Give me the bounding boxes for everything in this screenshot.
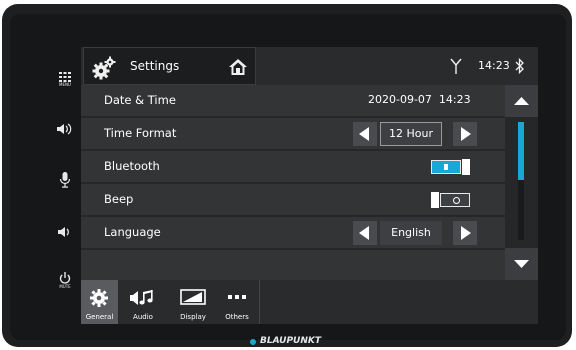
row-label: Date & Time [104, 93, 176, 107]
language-next-button[interactable] [453, 221, 477, 245]
gear-icon [90, 289, 108, 307]
voice-call-button[interactable] [52, 123, 78, 139]
row-label: Language [104, 225, 161, 239]
scroll-up-button[interactable] [505, 85, 538, 117]
tab-bar: General Audio Display Others [81, 280, 538, 324]
scrollbar[interactable] [505, 85, 538, 280]
tab-display[interactable]: Display [174, 280, 212, 324]
volume-button[interactable] [52, 226, 78, 240]
list-item-empty [81, 250, 505, 280]
display-icon [180, 289, 206, 305]
brand-dot [250, 339, 256, 345]
tab-label: Others [225, 313, 249, 321]
list-item-language[interactable]: Language English [81, 217, 505, 249]
toggle-indicator [444, 164, 448, 170]
menu-grid-icon [59, 72, 71, 82]
bluetooth-toggle[interactable] [431, 159, 471, 175]
header-bar: Settings 14:23 [81, 47, 538, 85]
arrow-down-icon [514, 260, 529, 268]
header-left: Settings [83, 47, 256, 85]
menu-button[interactable]: MENU [52, 72, 78, 94]
bluetooth-icon [515, 57, 524, 75]
arrow-right-icon [461, 226, 471, 240]
menu-label: MENU [59, 82, 71, 87]
arrow-up-icon [514, 97, 529, 105]
toggle-knob [431, 192, 439, 208]
clock: 14:23 [478, 59, 510, 72]
date-time-value: 2020-09-07 14:23 [368, 93, 471, 106]
settings-gear-icon [92, 56, 116, 80]
page-title: Settings [130, 59, 180, 73]
power-mute-button[interactable]: MUTE [52, 272, 78, 294]
brand-logo: BLAUPUNKT [260, 336, 322, 346]
tab-label: Display [180, 313, 206, 321]
row-label: Time Format [104, 126, 177, 140]
tab-audio[interactable]: Audio [124, 280, 162, 324]
screen: Settings 14:23 Date & Time 2020-09-07 14… [81, 47, 538, 324]
scroll-down-button[interactable] [505, 248, 538, 280]
row-label: Beep [104, 192, 134, 206]
microphone-button[interactable] [52, 172, 78, 190]
toggle-knob [462, 159, 470, 175]
microphone-icon [59, 172, 71, 188]
volume-icon [58, 227, 69, 237]
power-icon [59, 272, 71, 284]
list-item-date-time[interactable]: Date & Time 2020-09-07 14:23 [81, 85, 505, 117]
list-item-beep[interactable]: Beep [81, 184, 505, 216]
arrow-left-icon [359, 127, 369, 141]
language-prev-button[interactable] [353, 221, 377, 245]
settings-list: Date & Time 2020-09-07 14:23 Time Format… [81, 85, 505, 280]
home-icon[interactable] [228, 57, 248, 77]
more-icon [228, 295, 246, 299]
arrow-left-icon [359, 226, 369, 240]
row-label: Bluetooth [104, 159, 160, 173]
header-right: 14:23 [257, 47, 538, 85]
mute-label: MUTE [59, 284, 71, 289]
antenna-icon [450, 58, 462, 74]
list-item-bluetooth[interactable]: Bluetooth [81, 151, 505, 183]
tab-label: Audio [133, 313, 153, 321]
toggle-indicator [453, 197, 460, 204]
scroll-track[interactable] [518, 122, 524, 240]
language-value: English [380, 221, 442, 245]
tab-bar-divider [259, 280, 260, 324]
arrow-right-icon [461, 127, 471, 141]
tab-others[interactable]: Others [218, 280, 256, 324]
tab-general[interactable]: General [81, 280, 118, 324]
time-format-value: 12 Hour [380, 122, 442, 146]
list-item-time-format[interactable]: Time Format 12 Hour [81, 118, 505, 150]
time-format-prev-button[interactable] [353, 122, 377, 146]
beep-toggle[interactable] [431, 192, 471, 208]
voice-call-icon [57, 123, 72, 135]
scroll-thumb[interactable] [518, 122, 524, 180]
time-format-next-button[interactable] [453, 122, 477, 146]
tab-label: General [85, 313, 114, 321]
music-icon [130, 290, 153, 305]
